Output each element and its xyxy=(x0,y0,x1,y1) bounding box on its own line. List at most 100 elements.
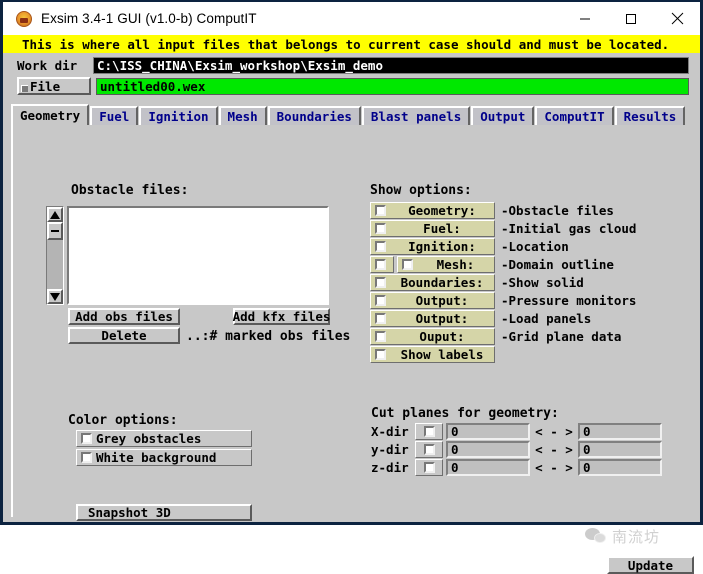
wechat-watermark: 南流坊 xyxy=(585,526,660,547)
window-title: Exsim 3.4-1 GUI (v1.0-b) ComputIT xyxy=(41,11,257,26)
cut-plane-y-checkbox[interactable] xyxy=(415,441,443,458)
wechat-icon xyxy=(585,528,607,545)
scroll-down-icon[interactable] xyxy=(47,289,63,304)
show-option-output-pressure[interactable]: Output: -Pressure monitors xyxy=(370,292,636,309)
checkbox-icon xyxy=(375,295,386,306)
workdir-input[interactable]: C:\ISS_CHINA\Exsim_workshop\Exsim_demo xyxy=(93,57,689,74)
tab-geometry[interactable]: Geometry xyxy=(11,104,89,125)
scrollbar-thumb[interactable] xyxy=(47,222,63,240)
checkbox-label: Grey obstacles xyxy=(96,431,201,446)
tab-computit[interactable]: ComputIT xyxy=(535,106,613,125)
color-options-label: Color options: xyxy=(68,413,178,428)
case-file-input[interactable]: untitled00.wex xyxy=(96,78,689,95)
marked-obs-files-text: ..:# marked obs files xyxy=(186,329,350,344)
tab-label: Blast panels xyxy=(371,109,461,124)
tab-label: Results xyxy=(624,109,677,124)
tab-label: Mesh xyxy=(228,109,258,124)
option-label: Output: xyxy=(390,293,494,308)
option-description: -Load panels xyxy=(501,311,591,326)
obstacle-list-scrollbar[interactable] xyxy=(46,206,64,305)
show-option-output-load-panels[interactable]: Output: -Load panels xyxy=(370,310,591,327)
info-banner: This is where all input files that belon… xyxy=(3,35,700,53)
show-option-mesh[interactable]: Mesh: -Domain outline xyxy=(370,256,614,273)
checkbox-icon xyxy=(81,433,92,444)
checkbox-icon xyxy=(375,349,386,360)
add-kfx-files-button[interactable]: Add kfx files xyxy=(233,308,330,325)
button-label: Snapshot 3D xyxy=(88,505,171,520)
close-icon[interactable] xyxy=(654,2,700,35)
tab-label: Ignition xyxy=(148,109,208,124)
button-label: Add kfx files xyxy=(233,309,331,324)
checkbox-icon xyxy=(424,444,435,455)
button-label: Update xyxy=(628,558,673,573)
cut-plane-y-min-input[interactable]: 0 xyxy=(446,441,530,458)
file-menu-button[interactable]: File xyxy=(17,77,91,95)
app-body: Work dir C:\ISS_CHINA\Exsim_workshop\Exs… xyxy=(3,53,700,522)
show-option-geometry[interactable]: Geometry: -Obstacle files xyxy=(370,202,614,219)
mesh-secondary-checkbox[interactable] xyxy=(370,256,394,273)
workdir-row: Work dir C:\ISS_CHINA\Exsim_workshop\Exs… xyxy=(17,56,689,75)
menu-indicator-icon xyxy=(21,85,28,92)
show-options-label: Show options: xyxy=(370,183,472,198)
tab-blast-panels[interactable]: Blast panels xyxy=(362,106,470,125)
cut-plane-x-checkbox[interactable] xyxy=(415,423,443,440)
maximize-icon[interactable] xyxy=(608,2,654,35)
cut-plane-range-arrow: < - > xyxy=(530,442,578,457)
file-row: File untitled00.wex xyxy=(17,76,689,96)
show-option-show-labels[interactable]: Show labels xyxy=(370,346,495,363)
tab-label: ComputIT xyxy=(544,109,604,124)
tab-output[interactable]: Output xyxy=(471,106,534,125)
checkbox-icon xyxy=(375,277,386,288)
cut-plane-range-arrow: < - > xyxy=(530,460,578,475)
scroll-up-icon[interactable] xyxy=(47,207,63,222)
show-option-boundaries[interactable]: Boundaries: -Show solid xyxy=(370,274,584,291)
cut-plane-y-max-input[interactable]: 0 xyxy=(578,441,662,458)
tab-mesh[interactable]: Mesh xyxy=(219,106,267,125)
cut-plane-x-max-input[interactable]: 0 xyxy=(578,423,662,440)
tab-label: Geometry xyxy=(20,108,80,123)
tab-fuel[interactable]: Fuel xyxy=(90,106,138,125)
cut-plane-x-min-input[interactable]: 0 xyxy=(446,423,530,440)
app-window: Exsim 3.4-1 GUI (v1.0-b) ComputIT This i… xyxy=(0,0,703,525)
cut-plane-z-max-input[interactable]: 0 xyxy=(578,459,662,476)
option-label: Boundaries: xyxy=(390,275,494,290)
cut-plane-z-min-input[interactable]: 0 xyxy=(446,459,530,476)
add-obs-files-button[interactable]: Add obs files xyxy=(68,308,180,325)
delete-button[interactable]: Delete xyxy=(68,327,180,344)
obstacle-files-listbox[interactable] xyxy=(67,206,329,305)
update-button[interactable]: Update xyxy=(607,556,694,574)
show-option-output-grid-plane[interactable]: Ouput: -Grid plane data xyxy=(370,328,621,345)
show-option-ignition[interactable]: Ignition: -Location xyxy=(370,238,569,255)
white-background-checkbox[interactable]: White background xyxy=(76,449,252,466)
option-description: -Location xyxy=(501,239,569,254)
option-description: -Obstacle files xyxy=(501,203,614,218)
tab-label: Fuel xyxy=(99,109,129,124)
checkbox-icon xyxy=(375,223,386,234)
checkbox-icon xyxy=(375,205,386,216)
tab-boundaries[interactable]: Boundaries xyxy=(268,106,361,125)
checkbox-icon xyxy=(424,462,435,473)
tab-ignition[interactable]: Ignition xyxy=(139,106,217,125)
option-label: Geometry: xyxy=(390,203,494,218)
cut-plane-label: z-dir xyxy=(371,460,415,475)
option-label: Mesh: xyxy=(417,257,494,272)
option-label: Fuel: xyxy=(390,221,494,236)
option-description: -Grid plane data xyxy=(501,329,621,344)
cut-plane-label: X-dir xyxy=(371,424,415,439)
checkbox-icon xyxy=(81,452,92,463)
option-description: -Initial gas cloud xyxy=(501,221,636,236)
cut-plane-row-z: z-dir 0 < - > 0 xyxy=(371,459,662,476)
cut-plane-row-x: X-dir 0 < - > 0 xyxy=(371,423,662,440)
minimize-icon[interactable] xyxy=(562,2,608,35)
show-option-fuel[interactable]: Fuel: -Initial gas cloud xyxy=(370,220,636,237)
tab-label: Output xyxy=(480,109,525,124)
flame-badge-icon xyxy=(16,11,32,27)
snapshot-3d-button[interactable]: Snapshot 3D xyxy=(76,504,252,521)
checkbox-icon xyxy=(375,313,386,324)
workdir-label: Work dir xyxy=(17,58,93,73)
tab-results[interactable]: Results xyxy=(615,106,686,125)
option-description: -Show solid xyxy=(501,275,584,290)
cut-plane-z-checkbox[interactable] xyxy=(415,459,443,476)
grey-obstacles-checkbox[interactable]: Grey obstacles xyxy=(76,430,252,447)
option-label: Output: xyxy=(390,311,494,326)
